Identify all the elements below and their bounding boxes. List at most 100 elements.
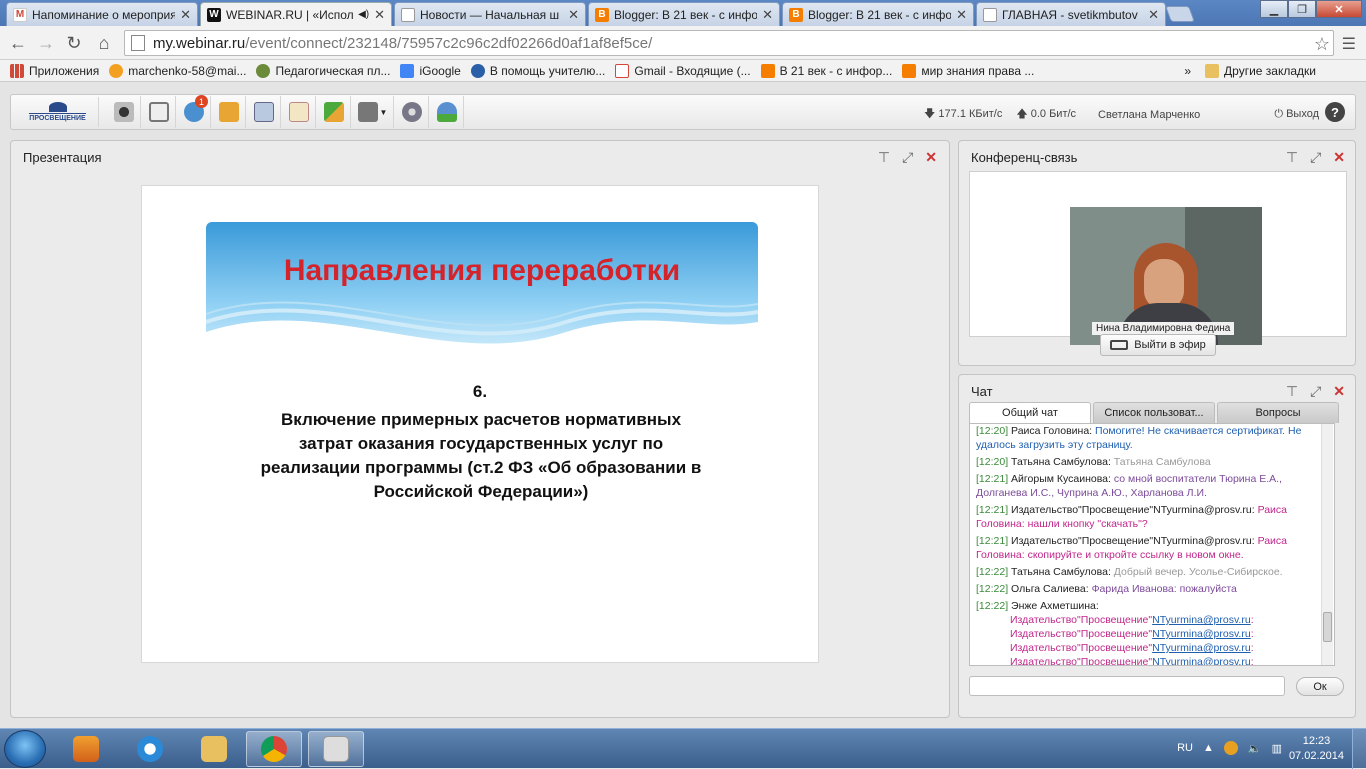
- settings-button[interactable]: [395, 96, 429, 128]
- email-link[interactable]: NTyurmina@prosv.ru: [1152, 614, 1251, 626]
- conference-panel: Конференц-связь ⊤ ⤢ ✕ Нина Владимировна …: [958, 140, 1356, 366]
- taskbar-media-player[interactable]: [58, 731, 114, 767]
- taskbar-paint[interactable]: [308, 731, 364, 767]
- taskbar-explorer[interactable]: [186, 731, 242, 767]
- browser-tab-6[interactable]: ГЛАВНАЯ - svetikmbutov ✕: [976, 2, 1166, 26]
- blogger-icon: B: [789, 7, 803, 22]
- browser-tab-5[interactable]: B Blogger: В 21 век - с инфо ✕: [782, 2, 974, 26]
- bookmark-law[interactable]: мир знания права ...: [902, 63, 1034, 78]
- test-button[interactable]: [282, 96, 316, 128]
- expand-icon[interactable]: ⤢: [1310, 149, 1321, 166]
- bookmark-blog[interactable]: В 21 век - с инфор...: [760, 63, 893, 78]
- scrollbar-thumb[interactable]: [1323, 612, 1332, 642]
- bookmark-pedagog[interactable]: Педагогическая пл...: [256, 63, 390, 78]
- language-indicator[interactable]: RU: [1177, 742, 1193, 754]
- layout-button[interactable]: ▼: [352, 96, 394, 128]
- maximize-icon[interactable]: ❐: [1288, 0, 1316, 18]
- close-icon[interactable]: ✕: [1333, 383, 1345, 400]
- minimize-icon[interactable]: ▁: [1260, 0, 1288, 18]
- pin-top-icon[interactable]: ⊤: [878, 149, 890, 166]
- browser-tab-2[interactable]: W WEBINAR.RU | «Испол ◀) ✕: [200, 2, 392, 26]
- mention-prefix: Издательство"Просвещение": [1010, 614, 1153, 626]
- help-button[interactable]: ?: [1325, 102, 1345, 122]
- email-link[interactable]: NTyurmina@prosv.ru: [1152, 656, 1251, 665]
- chat-messages: [12:20] Раиса Головина: Помогите! Не ска…: [976, 424, 1316, 666]
- browser-tab-4[interactable]: B Blogger: В 21 век - с инфо ✕: [588, 2, 780, 26]
- bookmark-label: В 21 век - с инфор...: [779, 63, 893, 78]
- tab-title: Новости — Начальная ш: [420, 7, 560, 22]
- blogger-icon: B: [595, 7, 609, 22]
- mention-suffix: :: [1250, 628, 1254, 640]
- exit-button[interactable]: ⏻ Выход: [1274, 108, 1319, 121]
- bookmark-star-icon[interactable]: ☆: [1314, 34, 1330, 55]
- pin-top-icon[interactable]: ⊤: [1286, 383, 1298, 400]
- bookmark-igoogle[interactable]: iGoogle: [400, 63, 461, 78]
- media-player-icon: [73, 736, 99, 762]
- share-button[interactable]: [317, 96, 351, 128]
- show-hidden-icons[interactable]: ▲: [1203, 742, 1214, 754]
- layout-icon: [357, 102, 378, 122]
- email-link[interactable]: NTyurmina@prosv.ru: [1152, 642, 1251, 654]
- tab-title: Напоминание о мероприя: [32, 7, 176, 22]
- tab-close-icon[interactable]: ✕: [568, 7, 579, 23]
- users-list-button[interactable]: [247, 96, 281, 128]
- show-desktop-button[interactable]: [1352, 729, 1366, 769]
- tab-close-icon[interactable]: ✕: [956, 7, 967, 23]
- add-user-button[interactable]: [430, 96, 464, 128]
- new-tab-button[interactable]: [1165, 6, 1195, 22]
- slide-number: 6.: [472, 382, 488, 401]
- send-button[interactable]: Ок: [1296, 677, 1344, 696]
- tab-general-chat[interactable]: Общий чат: [969, 402, 1091, 423]
- pin-top-icon[interactable]: ⊤: [1286, 149, 1298, 166]
- browser-tab-3[interactable]: Новости — Начальная ш ✕: [394, 2, 586, 26]
- other-bookmarks[interactable]: Другие закладки: [1205, 63, 1316, 78]
- taskbar-internet-explorer[interactable]: [122, 731, 178, 767]
- tab-close-icon[interactable]: ✕: [180, 7, 191, 23]
- network-icon[interactable]: ▥: [1272, 742, 1282, 755]
- message-author: Издательство"Просвещение"NTyurmina@prosv…: [1011, 504, 1255, 516]
- files-button[interactable]: [212, 96, 246, 128]
- close-icon[interactable]: ✕: [925, 149, 937, 166]
- go-live-button[interactable]: Выйти в эфир: [1100, 334, 1216, 356]
- system-clock[interactable]: 12:23 07.02.2014: [1289, 734, 1344, 764]
- chat-message-input[interactable]: [969, 676, 1285, 696]
- bookmark-teacher[interactable]: В помощь учителю...: [470, 63, 605, 78]
- mention-suffix: :: [1250, 656, 1254, 666]
- expand-icon[interactable]: ⤢: [902, 149, 913, 166]
- bookmark-mail[interactable]: marchenko-58@mai...: [109, 63, 246, 78]
- bookmark-gmail[interactable]: Gmail - Входящие (...: [615, 63, 751, 78]
- antivirus-icon[interactable]: [1223, 741, 1238, 755]
- webinar-app: ПРОСВЕЩЕНИЕ 1 ▼ 🡇 177.1 КБит/с 🡅 0.0 Бит…: [0, 82, 1366, 760]
- tab-questions[interactable]: Вопросы: [1217, 402, 1339, 423]
- close-icon[interactable]: ✕: [1333, 149, 1345, 166]
- paint-icon: [323, 736, 349, 762]
- browser-tabstrip: M Напоминание о мероприя ✕ W WEBINAR.RU …: [0, 0, 1366, 26]
- expand-icon[interactable]: ⤢: [1310, 383, 1321, 400]
- chrome-menu-icon[interactable]: ☰: [1342, 34, 1356, 54]
- back-arrow-icon[interactable]: ←: [8, 33, 28, 53]
- address-bar[interactable]: my.webinar.ru/event/connect/232148/75957…: [124, 30, 1334, 56]
- tab-close-icon[interactable]: ✕: [1148, 7, 1159, 23]
- reload-icon[interactable]: ↻: [64, 33, 84, 53]
- tab-close-icon[interactable]: ✕: [762, 7, 773, 23]
- browser-tab-1[interactable]: M Напоминание о мероприя ✕: [6, 2, 198, 26]
- webcam-button[interactable]: [107, 96, 141, 128]
- bookmark-label: Gmail - Входящие (...: [634, 63, 751, 78]
- tab-title: ГЛАВНАЯ - svetikmbutov: [1002, 7, 1138, 22]
- taskbar-chrome[interactable]: [246, 731, 302, 767]
- close-window-icon[interactable]: ✕: [1316, 0, 1362, 18]
- chat-button[interactable]: 1: [177, 95, 211, 128]
- tab-close-icon[interactable]: ✕: [374, 7, 385, 23]
- start-button[interactable]: [4, 730, 46, 768]
- tab-user-list[interactable]: Список пользоват...: [1093, 402, 1215, 423]
- bookmark-apps[interactable]: Приложения: [10, 63, 99, 78]
- volume-icon[interactable]: 🔈: [1248, 742, 1262, 755]
- presentation-button[interactable]: [142, 96, 176, 128]
- forward-arrow-icon[interactable]: →: [36, 33, 56, 53]
- chat-scrollbar[interactable]: [1321, 424, 1333, 665]
- home-icon[interactable]: ⌂: [94, 33, 114, 53]
- chat-message: [12:21] Издательство"Просвещение"NTyurmi…: [976, 534, 1316, 562]
- bookmarks-more[interactable]: »: [1184, 64, 1191, 78]
- email-link[interactable]: NTyurmina@prosv.ru: [1152, 628, 1251, 640]
- chat-message: [12:20] Раиса Головина: Помогите! Не ска…: [976, 424, 1316, 452]
